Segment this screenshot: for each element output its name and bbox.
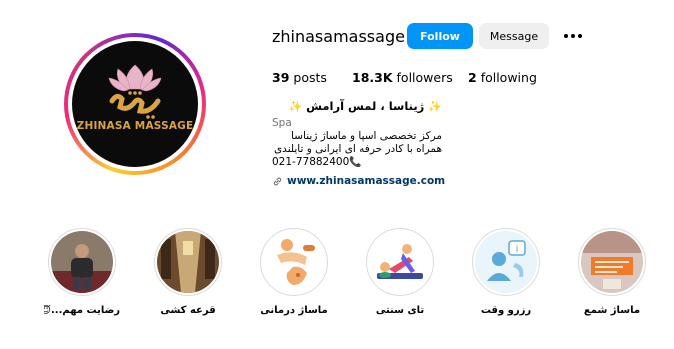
- highlight-label: ماساژ شمع: [583, 305, 641, 316]
- highlight-item[interactable]: تای سنتی: [362, 228, 438, 316]
- highlight-ring: i: [472, 228, 540, 296]
- phone-icon: 📞: [349, 157, 362, 168]
- sparkle-icon: ✨: [288, 100, 303, 113]
- posts-count-label: posts: [293, 70, 327, 85]
- highlight-ring: [154, 228, 222, 296]
- bio-line-2: همراه با کادر حرفه ای ایرانی و تایلندی: [273, 143, 442, 155]
- bio-text: مرکز تخصصی اسپا و ماساژ ژیناسا همراه با …: [272, 130, 442, 169]
- sparkle-icon: ✨: [428, 100, 442, 113]
- lotus-logo-icon: [108, 64, 162, 119]
- highlight-cover: [263, 231, 325, 293]
- bio-phone-line: 021-77882400📞: [272, 156, 442, 169]
- massage-therapy-icon: [263, 231, 325, 293]
- profile-username: zhinasamassage: [272, 27, 405, 46]
- highlight-item[interactable]: قرعه کشی: [150, 228, 226, 316]
- follow-button[interactable]: Follow: [407, 23, 473, 49]
- highlight-label: رزرو وقت: [480, 305, 532, 316]
- highlight-cover: [581, 231, 643, 293]
- highlight-item[interactable]: رضایت مهم...😇: [44, 228, 120, 316]
- following-link[interactable]: 2 following: [468, 70, 537, 85]
- profile-avatar: ZHINASA MASSAGE: [72, 41, 198, 167]
- bio-website-text: www.zhinasamassage.com: [287, 175, 446, 187]
- bio-website-link[interactable]: www.zhinasamassage.com: [272, 175, 445, 187]
- booking-support-icon: i: [475, 231, 537, 293]
- highlight-label: ماساژ درمانی: [260, 305, 328, 316]
- candle-massage-icon: [581, 231, 643, 293]
- bio-display-name: ✨ ژیناسا ، لمس آرامش ✨: [272, 99, 442, 113]
- highlight-item[interactable]: ماساژ شمع: [574, 228, 650, 316]
- bio-phone: 021-77882400: [272, 156, 350, 168]
- highlight-cover: [51, 231, 113, 293]
- message-button[interactable]: Message: [479, 23, 549, 49]
- highlight-ring: [260, 228, 328, 296]
- following-count-label: following: [480, 70, 537, 85]
- more-options-button[interactable]: [563, 26, 583, 46]
- avatar-brand-text: ZHINASA MASSAGE: [76, 120, 194, 132]
- highlight-ring: [48, 228, 116, 296]
- posts-count: 39 posts: [272, 70, 327, 85]
- bio-category: Spa: [272, 117, 292, 129]
- highlight-ring: [578, 228, 646, 296]
- bio-line-1: مرکز تخصصی اسپا و ماساژ ژیناسا: [291, 130, 442, 142]
- highlight-ring: [366, 228, 434, 296]
- highlight-cover: i: [475, 231, 537, 293]
- followers-count-value: 18.3K: [352, 70, 393, 85]
- followers-count-label: followers: [396, 70, 453, 85]
- person-photo-icon: [51, 231, 113, 293]
- link-icon: [273, 177, 282, 185]
- posts-count-value: 39: [272, 70, 290, 85]
- avatar-border: ZHINASA MASSAGE: [68, 37, 202, 171]
- following-count-value: 2: [468, 70, 477, 85]
- more-horizontal-icon: [564, 34, 582, 38]
- highlight-label: رضایت مهم...😇: [44, 305, 120, 316]
- highlight-cover: [157, 231, 219, 293]
- highlight-cover: [369, 231, 431, 293]
- highlight-label: تای سنتی: [375, 305, 425, 316]
- profile-avatar-ring[interactable]: ZHINASA MASSAGE: [64, 33, 206, 175]
- followers-link[interactable]: 18.3K followers: [352, 70, 453, 85]
- thai-massage-icon: [369, 231, 431, 293]
- highlight-item[interactable]: ماساژ درمانی: [256, 228, 332, 316]
- bio-name-text: ژیناسا ، لمس آرامش: [306, 99, 425, 113]
- highlight-item[interactable]: i رزرو وقت: [468, 228, 544, 316]
- corridor-photo-icon: [157, 231, 219, 293]
- svg-text:i: i: [516, 244, 519, 255]
- highlight-label: قرعه کشی: [160, 305, 216, 316]
